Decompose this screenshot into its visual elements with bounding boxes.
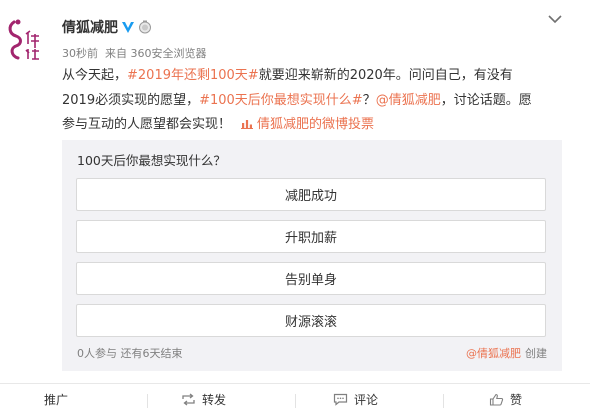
post-meta: 30秒前 来自 360安全浏览器 [62, 45, 207, 61]
like-button[interactable]: 赞 [489, 391, 522, 408]
poll-card: 100天后你最想实现什么？ 减肥成功 升职加薪 告别单身 财源滚滚 0人参与 还… [62, 140, 562, 371]
poll-option[interactable]: 减肥成功 [76, 178, 546, 211]
weibo-post-card: 倩狐减肥 30秒前 来自 360安全浏览器 从今天起，#2019年还剩100天#… [0, 0, 590, 408]
poll-remaining: 还有6天结束 [120, 347, 183, 360]
vote-chart-icon [241, 120, 254, 129]
poll-option[interactable]: 告别单身 [76, 262, 546, 295]
divider [147, 394, 148, 408]
divider [443, 394, 444, 408]
source-prefix: 来自 [105, 47, 127, 60]
author-row: 倩狐减肥 [62, 17, 152, 37]
vote-link-label: 倩狐减肥的微博投票 [257, 117, 375, 132]
post-time[interactable]: 30秒前 [62, 47, 98, 60]
chevron-down-icon[interactable] [548, 14, 562, 24]
text-segment: ？ [362, 92, 376, 108]
hashtag-link[interactable]: #2019年还剩100天# [127, 68, 259, 83]
post-source[interactable]: 360安全浏览器 [131, 47, 207, 60]
poll-option[interactable]: 升职加薪 [76, 220, 546, 253]
text-segment: 从今天起， [62, 68, 128, 83]
poll-option[interactable]: 财源滚滚 [76, 304, 546, 337]
like-label: 赞 [510, 393, 523, 407]
promote-button[interactable]: 推广 [44, 391, 68, 408]
divider [295, 394, 296, 408]
author-name[interactable]: 倩狐减肥 [62, 17, 118, 37]
action-bar: 推广 转发 评论 赞 [0, 383, 590, 408]
poll-status: 0人参与 还有6天结束 [77, 345, 183, 361]
promote-label: 推广 [44, 393, 69, 407]
poll-participants: 0人参与 [77, 347, 117, 360]
poll-question: 100天后你最想实现什么？ [77, 153, 226, 168]
like-icon [489, 393, 504, 406]
comment-button[interactable]: 评论 [333, 391, 378, 408]
creator-link[interactable]: @倩狐减肥 [466, 347, 521, 360]
hashtag-link[interactable]: #100天后你最想实现什么# [199, 93, 363, 108]
medal-icon[interactable] [138, 20, 152, 34]
repost-icon [182, 393, 195, 406]
comment-icon [333, 393, 348, 406]
poll-creator: @倩狐减肥 创建 [466, 345, 547, 361]
post-text: 从今天起，#2019年还剩100天#就要迎来崭新的2020年。问问自己，有没有2… [62, 64, 532, 138]
verified-v-icon[interactable] [121, 20, 135, 34]
comment-label: 评论 [354, 393, 379, 407]
avatar[interactable] [6, 16, 44, 64]
created-label: 创建 [525, 347, 547, 360]
vote-link[interactable]: 倩狐减肥的微博投票 [241, 117, 374, 132]
repost-label: 转发 [202, 393, 227, 407]
mention-link[interactable]: @倩狐减肥 [376, 93, 441, 108]
repost-button[interactable]: 转发 [181, 391, 226, 408]
